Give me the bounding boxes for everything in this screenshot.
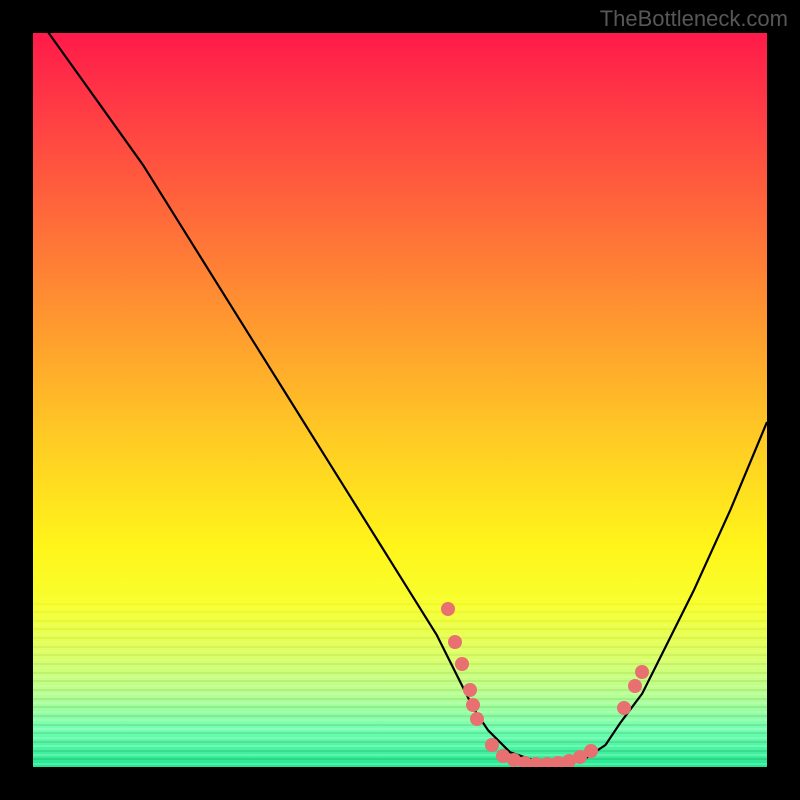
data-point: [448, 635, 462, 649]
data-point: [635, 665, 649, 679]
data-point: [455, 657, 469, 671]
data-point: [485, 738, 499, 752]
data-point: [463, 683, 477, 697]
bottleneck-curve: [33, 33, 767, 767]
data-point: [466, 698, 480, 712]
data-point: [441, 602, 455, 616]
data-point: [617, 701, 631, 715]
plot-area: [33, 33, 767, 767]
data-point: [470, 712, 484, 726]
data-point: [628, 679, 642, 693]
attribution-text: TheBottleneck.com: [600, 6, 788, 32]
data-point: [584, 744, 598, 758]
